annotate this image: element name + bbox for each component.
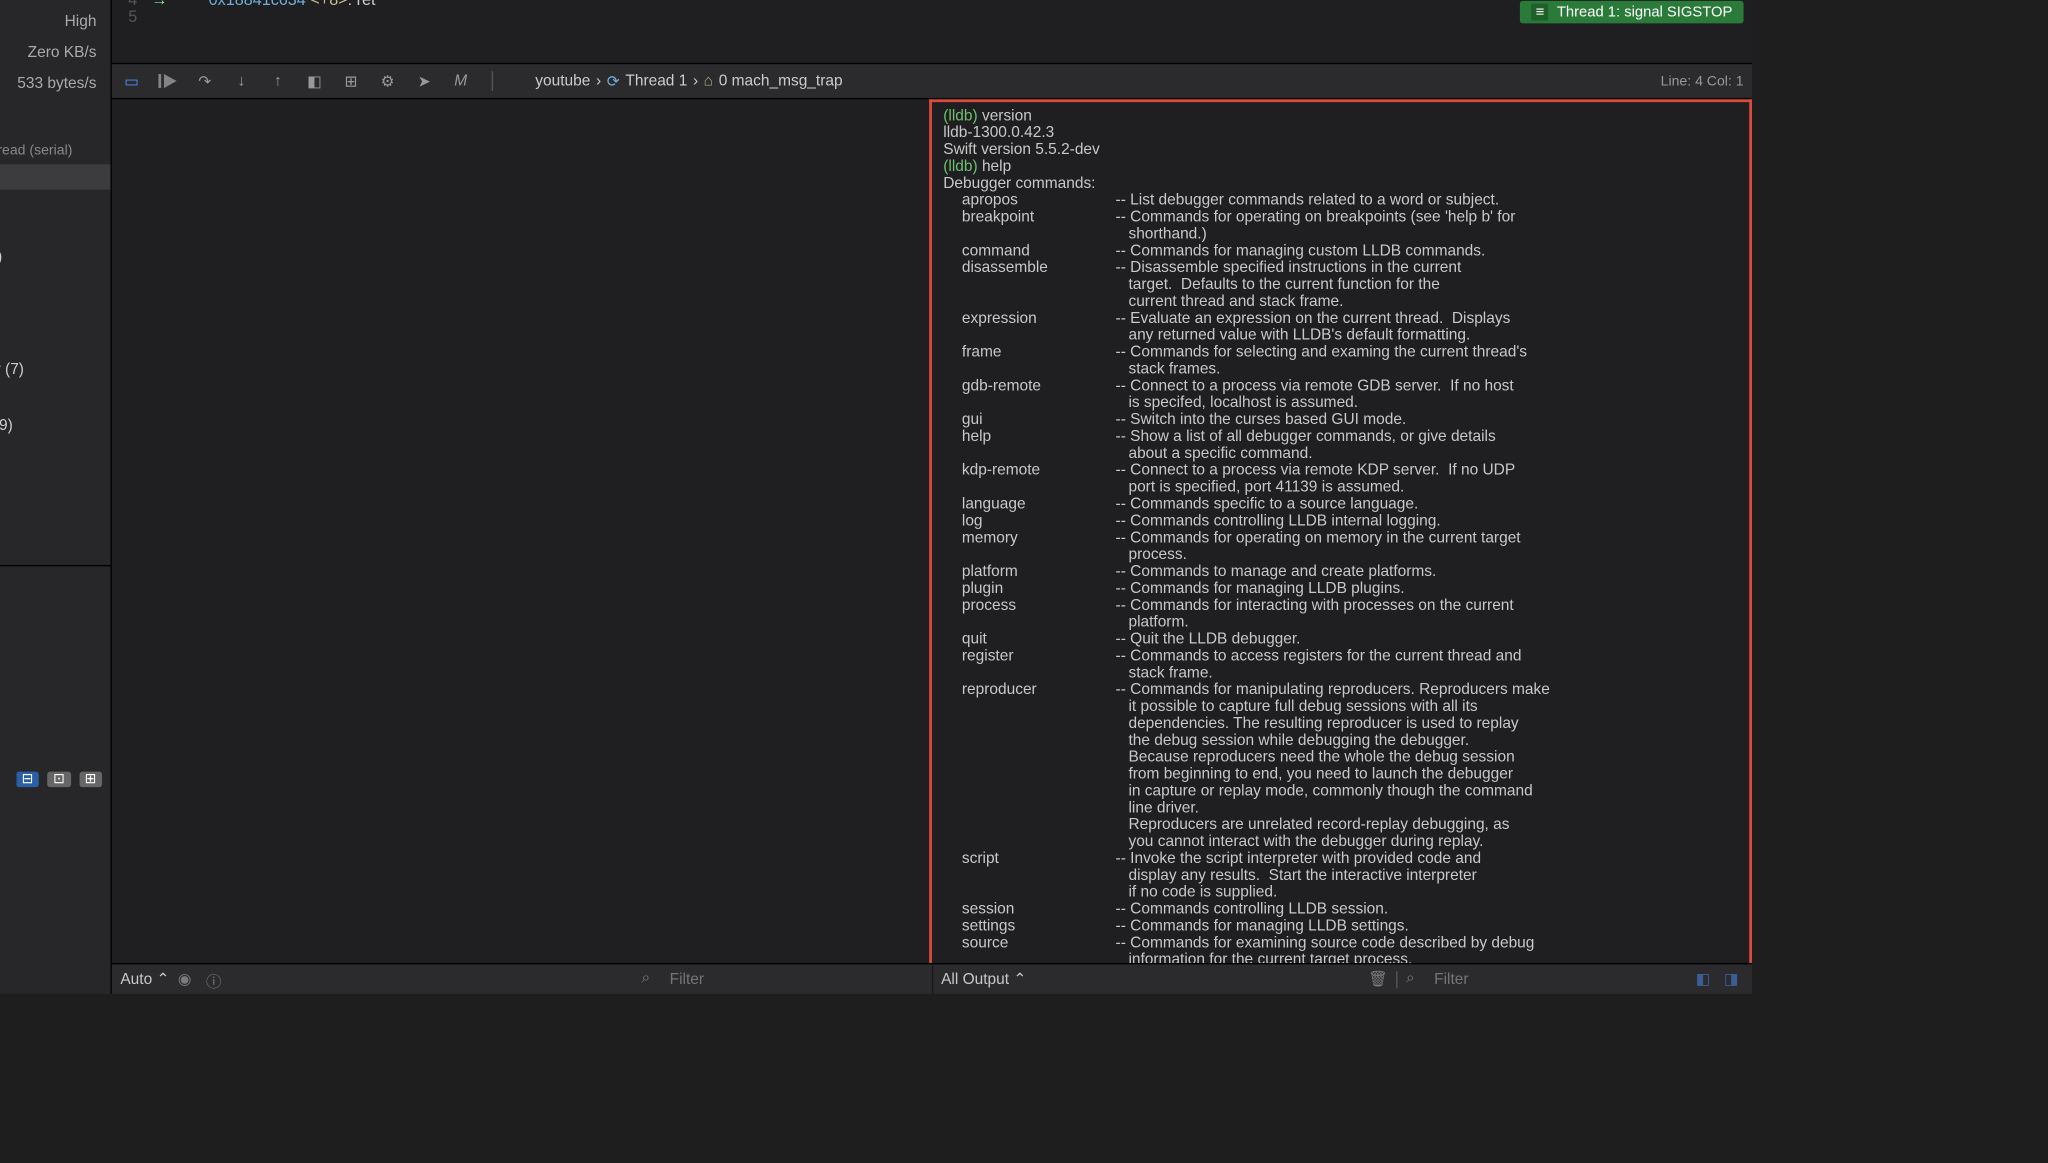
gauge-energy-impact[interactable]: Energy Impact High [0, 6, 111, 37]
debug-3d-button[interactable]: ◧ [303, 70, 326, 93]
auto-scope-selector[interactable]: Auto ⌃ [120, 970, 169, 988]
filter-badge-3[interactable]: ⊞ [79, 772, 102, 787]
lldb-console[interactable]: (lldb) version lldb-1300.0.42.3 Swift ve… [932, 102, 1749, 963]
filter-badge-1[interactable]: ⊟ [16, 772, 39, 787]
step-over-button[interactable]: ↷ [193, 70, 216, 93]
filter-icon: ⌕ [1406, 969, 1426, 989]
thread-row[interactable]: ▶ ⟳ Thread 10 [0, 440, 111, 468]
location-button[interactable]: ➤ [413, 70, 436, 93]
thread-label: com.apple.uikit.eventfetch-thread (9) [0, 417, 13, 434]
thread-row[interactable]: ▶ ⟳ com.apple.uikit.eventfetch-thread (9… [0, 412, 111, 440]
thread-row[interactable]: ▶ ⟳ Thread 12 [0, 496, 111, 524]
thread-row[interactable]: ▶ ⟳ Thread 13 [0, 524, 111, 552]
thread-tree[interactable]: ▼ ⟳ Thread 1 Queue: com.apple.…ain-threa… [0, 130, 111, 564]
thread-row[interactable]: ▶ ⟳ Thread 11 [0, 468, 111, 496]
stack-frame-row[interactable]: ⌂ 8 start [0, 189, 111, 214]
cursor-position: Line: 4 Col: 1 [1661, 73, 1744, 88]
line-number: 4 [112, 0, 146, 9]
thread-row[interactable]: ▶ ⟳ Thread 2 [0, 215, 111, 243]
output-selector[interactable]: All Output ⌃ [941, 970, 1026, 988]
thread-row[interactable]: ▶ ⟳ Thread 4 [0, 271, 111, 299]
debug-area-footer: Auto ⌃ ◉ ⓘ ⌕ All Output ⌃ 🗑 ⌕ ◧ ◨ [112, 963, 1752, 994]
debug-navigator: ▤ ⊠ ⌥ 🔍 ⚠ ◇ ⎋ ⬠ ▣ ▼ youtube PID 280 [0, 0, 112, 994]
filter-icon: ⌕ [641, 969, 661, 989]
thread-row[interactable]: ▶ ⟳ JavaScriptCore bmalloc scavenger (7) [0, 355, 111, 383]
line-number: 5 [112, 9, 146, 26]
debug-toolbar: ▭ ↷ ↓ ↑ ◧ ⊞ ⚙ ➤ M youtube› ⟳Thread 1› ⌂0… [112, 63, 1752, 100]
thread-label: gputools.smt_poll.0x28112d700 (3) [0, 248, 2, 265]
env-overrides-button[interactable]: ⚙ [376, 70, 399, 93]
show-variables-icon[interactable]: ◧ [1696, 969, 1716, 989]
toggle-debug-area[interactable]: ▭ [120, 70, 143, 93]
thread-row[interactable]: ▶ ⟳ WebThread (8) [0, 383, 111, 411]
thread-row[interactable]: ▶ ⟳ Thread 14 [0, 552, 111, 564]
stack-frame-row[interactable]: ⌂ 0 mach_msg_trap [0, 164, 111, 189]
gauge-value: High [65, 14, 97, 31]
filter-badge-2[interactable]: ⊡ [48, 772, 71, 787]
gauge-disk[interactable]: Disk Zero KB/s [0, 37, 111, 68]
thread-row[interactable]: ▶ ⟳ Thread 6 [0, 327, 111, 355]
info-icon[interactable]: ⓘ [206, 969, 226, 989]
thread-row[interactable]: ▶ ⟳ Thread 5 [0, 299, 111, 327]
gauge-fps[interactable]: FPS [0, 99, 111, 130]
step-instruction-button[interactable]: M [449, 70, 472, 93]
disassembly-view[interactable]: 1libsystem_kernel.dylib`mach_msg_trap:2 … [112, 0, 1752, 63]
debug-crumb[interactable]: youtube› ⟳Thread 1› ⌂0 mach_msg_trap [513, 72, 843, 90]
step-into-button[interactable]: ↓ [230, 70, 253, 93]
show-console-icon[interactable]: ◨ [1724, 969, 1744, 989]
gauge-network[interactable]: Network 533 bytes/s [0, 68, 111, 99]
thread-row[interactable]: ▼ ⟳ Thread 1 Queue: com.apple.…ain-threa… [0, 136, 111, 164]
thread-label: JavaScriptCore bmalloc scavenger (7) [0, 361, 24, 378]
code-line [179, 9, 1752, 26]
variables-view[interactable] [112, 99, 929, 963]
thread-row[interactable]: ▶ ⟳ gputools.smt_poll.0x28112d700 (3) [0, 243, 111, 271]
gauge-value: 533 bytes/s [17, 75, 96, 92]
app-icon [513, 73, 530, 90]
console-pane: (lldb) version lldb-1300.0.42.3 Swift ve… [929, 99, 1752, 963]
continue-button[interactable] [157, 70, 180, 93]
navigator-filter-input[interactable] [0, 771, 8, 788]
quicklook-icon[interactable]: ◉ [178, 969, 198, 989]
code-line: 0x18841c634 <+8>: ret [179, 0, 1752, 9]
variables-filter-input[interactable] [670, 971, 923, 988]
navigator-filter-bar: ⌕ ⊟ ⊡ ⊞ [0, 564, 111, 994]
queue-label: Queue: com.apple.…ain-thread (serial) [0, 142, 72, 157]
console-filter-input[interactable] [1434, 971, 1687, 988]
gauge-value: Zero KB/s [28, 44, 97, 61]
memory-graph-button[interactable]: ⊞ [340, 70, 363, 93]
editor-area: ⊞ ‹ › myoutubeCronet.xmmyoutubeReqResp.x… [112, 0, 1752, 994]
step-out-button[interactable]: ↑ [267, 70, 290, 93]
clear-console-icon[interactable]: 🗑 [1368, 969, 1388, 989]
